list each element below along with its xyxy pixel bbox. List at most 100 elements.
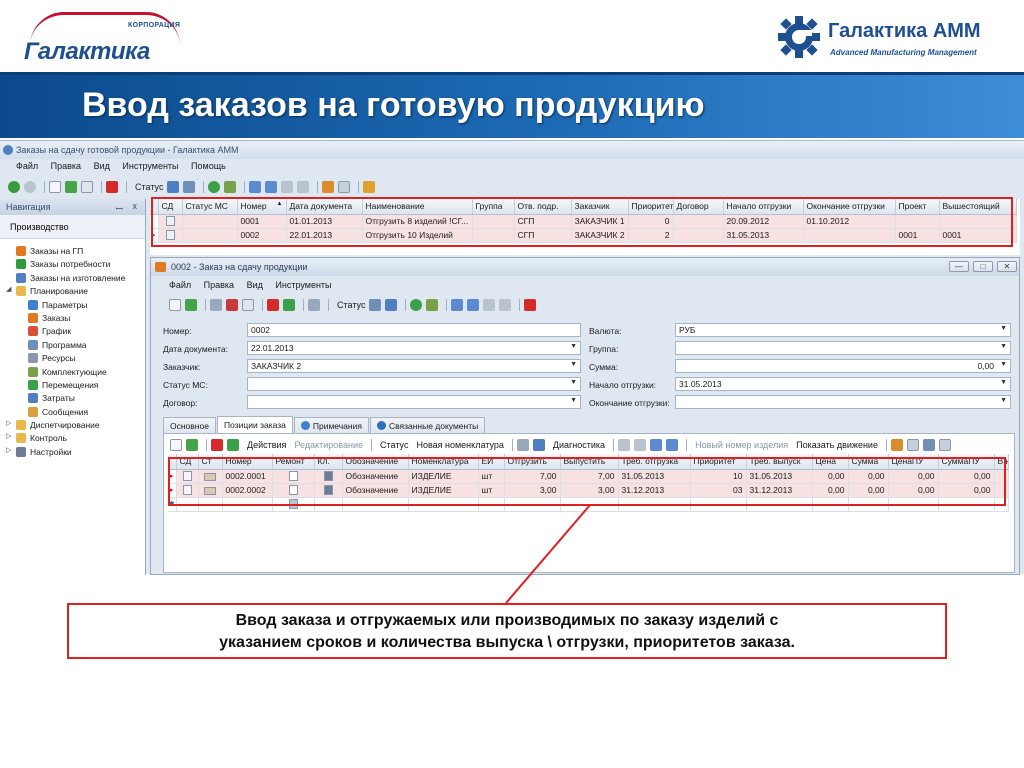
nav-item[interactable]: Заказы на ГП <box>0 245 145 258</box>
tab-notes[interactable]: Примечания <box>293 417 369 434</box>
column-header[interactable]: Наименование <box>362 199 473 215</box>
dropdown-arrow-icon[interactable]: ▼ <box>570 379 577 386</box>
menu-view[interactable]: Вид <box>94 161 110 171</box>
column-header[interactable]: Цена <box>812 454 849 470</box>
dropdown-arrow-icon[interactable]: ▼ <box>1000 379 1007 386</box>
doc-report-icon[interactable] <box>369 299 382 311</box>
ship-start-field[interactable]: 31.05.2013 ▼ <box>675 377 1011 391</box>
new-row[interactable]: ✱ <box>168 497 1009 512</box>
refresh-icon[interactable] <box>208 181 221 193</box>
row-selector[interactable]: ▸ <box>150 228 159 243</box>
column-header[interactable]: ЕИ <box>478 454 505 470</box>
nav-item[interactable]: Заказы <box>0 312 145 325</box>
menu-help[interactable]: Помощь <box>191 161 226 171</box>
column-header[interactable]: В н <box>994 454 1009 470</box>
new-row-checkbox[interactable] <box>288 499 298 510</box>
doc-undo-icon[interactable] <box>308 299 320 311</box>
dropdown-arrow-icon[interactable]: ▼ <box>1000 361 1007 368</box>
dropdown-arrow-icon[interactable]: ▼ <box>570 361 577 368</box>
dropdown-arrow-icon[interactable]: ▼ <box>1000 343 1007 350</box>
tab-main[interactable]: Основное <box>163 417 216 434</box>
edit-menu[interactable]: Редактирование <box>294 440 363 450</box>
close-button[interactable]: ✕ <box>997 261 1017 272</box>
column-header[interactable]: ЦенаПУ <box>888 454 939 470</box>
filter-icon[interactable] <box>322 181 335 193</box>
pos-filter-icon[interactable] <box>890 439 903 451</box>
sum-field[interactable]: 0,00 ▼ <box>675 359 1011 373</box>
doc-add-icon[interactable] <box>185 299 197 311</box>
maximize-button[interactable]: □ <box>973 261 993 272</box>
menu-file[interactable]: Файл <box>16 161 38 171</box>
column-header[interactable]: Обозначение <box>342 454 409 470</box>
tab-order-positions[interactable]: Позиции заказа <box>216 416 293 434</box>
column-header[interactable]: Номенклатура <box>408 454 479 470</box>
pos-last-icon[interactable] <box>666 439 679 451</box>
column-header[interactable]: СуммаПУ <box>938 454 995 470</box>
doc-next-icon[interactable] <box>483 299 496 311</box>
last-record-icon[interactable] <box>297 181 310 193</box>
pos-new-icon[interactable] <box>170 439 182 451</box>
minimize-button[interactable]: — <box>949 261 969 272</box>
row-selector[interactable] <box>150 214 159 229</box>
pos-settings-icon[interactable] <box>938 439 951 451</box>
diagnostics-menu[interactable]: Диагностика <box>553 440 605 450</box>
column-header[interactable]: Дата документа <box>286 199 363 215</box>
doc-save-close-icon[interactable] <box>226 299 238 311</box>
pos-status-menu[interactable]: Статус <box>380 440 408 450</box>
delete-icon[interactable] <box>106 181 118 193</box>
nav-item[interactable]: ▷ Контроль <box>0 432 145 445</box>
column-header[interactable]: Приоритет <box>628 199 674 215</box>
dropdown-arrow-icon[interactable]: ▼ <box>1000 397 1007 404</box>
nav-item[interactable]: Заказы на изготовление <box>0 272 145 285</box>
table-row[interactable]: ▸ 0002 22.01.2013 Отгрузить 10 Изделий СГП ЗА… <box>150 228 1017 243</box>
column-header[interactable]: Отв. подр. <box>514 199 572 215</box>
nav-item[interactable]: ▷ Диспетчирование <box>0 419 145 432</box>
prev-record-icon[interactable] <box>265 181 278 193</box>
menu-edit[interactable]: Правка <box>51 161 81 171</box>
column-header[interactable]: Треб. отгрузка <box>618 454 691 470</box>
column-header[interactable]: Статус МС <box>182 199 238 215</box>
ship-end-field[interactable]: ▼ <box>675 395 1011 409</box>
repair-checkbox[interactable] <box>288 485 298 496</box>
nav-item[interactable]: Перемещения <box>0 379 145 392</box>
nav-item[interactable]: График <box>0 325 145 338</box>
report-icon[interactable] <box>167 181 180 193</box>
copy-icon[interactable] <box>81 181 93 193</box>
column-header[interactable]: Ст <box>198 454 223 470</box>
pos-print-icon[interactable] <box>532 439 545 451</box>
doc-copy-icon[interactable] <box>242 299 254 311</box>
currency-field[interactable]: РУБ ▼ <box>675 323 1011 337</box>
pos-add-icon[interactable] <box>186 439 198 451</box>
doc-menu-file[interactable]: Файл <box>169 280 191 290</box>
doc-check-icon[interactable] <box>283 299 295 311</box>
pos-delete-icon[interactable] <box>211 439 223 451</box>
group-field[interactable]: ▼ <box>675 341 1011 355</box>
doc-export-icon[interactable] <box>426 299 439 311</box>
expand-arrow-icon[interactable]: ▷ <box>6 419 11 427</box>
next-record-icon[interactable] <box>281 181 294 193</box>
column-header[interactable]: СД <box>158 199 183 215</box>
doc-date-field[interactable]: 22.01.2013 ▼ <box>247 341 581 355</box>
pos-prev-icon[interactable] <box>634 439 647 451</box>
doc-delete-icon[interactable] <box>267 299 279 311</box>
column-header[interactable]: Треб. выпуск <box>746 454 813 470</box>
chart-icon[interactable] <box>363 181 376 193</box>
column-header[interactable]: Договор <box>673 199 724 215</box>
dropdown-arrow-icon[interactable]: ▼ <box>570 397 577 404</box>
column-header[interactable]: Группа <box>472 199 515 215</box>
show-movement-button[interactable]: Показать движение <box>796 440 878 450</box>
export-icon[interactable] <box>224 181 237 193</box>
print-icon[interactable] <box>183 181 196 193</box>
column-header[interactable]: Приоритет <box>690 454 747 470</box>
pos-grid-icon[interactable] <box>922 439 935 451</box>
doc-status-menu[interactable]: Статус <box>337 300 365 310</box>
column-header[interactable]: Сумма <box>848 454 889 470</box>
doc-menu-view[interactable]: Вид <box>247 280 263 290</box>
back-icon[interactable] <box>8 181 20 193</box>
table-row[interactable]: ▸ 0002.0002 Обозначение ИЗДЕЛИЕ шт 3,00 3,00 31… <box>168 483 1009 498</box>
first-record-icon[interactable] <box>249 181 262 193</box>
contract-field[interactable]: ▼ <box>247 395 581 409</box>
nav-item[interactable]: Затраты <box>0 392 145 405</box>
new-item-number-button[interactable]: Новый номер изделия <box>695 440 788 450</box>
add-icon[interactable] <box>65 181 77 193</box>
